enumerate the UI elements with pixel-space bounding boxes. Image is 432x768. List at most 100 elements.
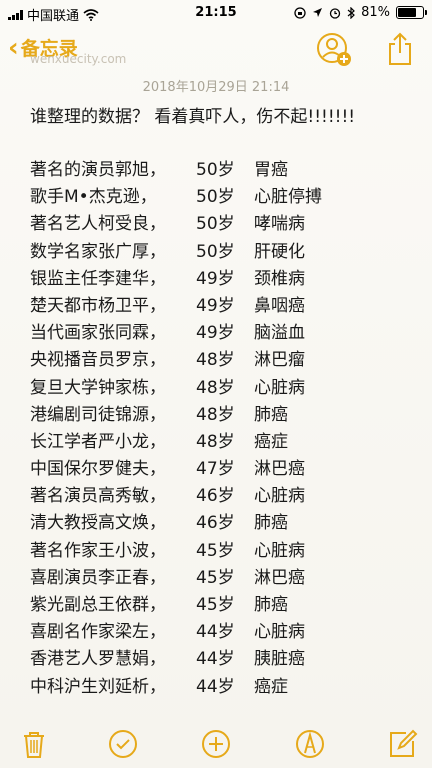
entry-name: 当代画家张同霖， bbox=[30, 323, 166, 344]
entry-name: 香港艺人罗慧娟， bbox=[30, 649, 166, 670]
battery-level bbox=[398, 8, 416, 17]
rotation-lock-icon bbox=[294, 6, 306, 19]
bottom-toolbar bbox=[0, 718, 432, 768]
entry-name: 银监主任李建华， bbox=[30, 268, 166, 289]
entry-name: 喜剧名作家梁左， bbox=[30, 622, 166, 643]
note-entry: 银监主任李建华， 49岁 颈椎病 bbox=[30, 266, 322, 293]
entry-age: 45岁 bbox=[196, 567, 235, 588]
entry-age: 47岁 bbox=[196, 459, 235, 480]
entry-age: 45岁 bbox=[196, 540, 235, 561]
note-entry: 中国保尔罗健夫， 47岁 淋巴癌 bbox=[30, 456, 322, 483]
entry-name: 紫光副总王依群， bbox=[30, 595, 166, 615]
chevron-left-icon: ‹ bbox=[8, 32, 19, 63]
entry-age: 45岁 bbox=[196, 595, 235, 615]
entry-name: 港编剧司徒锦源， bbox=[30, 404, 166, 425]
entry-name: 长江学者严小龙， bbox=[30, 431, 166, 452]
entry-name: 清大教授高文焕， bbox=[30, 513, 166, 534]
entry-age: 46岁 bbox=[196, 513, 235, 534]
note-entry: 香港艺人罗慧娟， 44岁 胰脏癌 bbox=[30, 646, 322, 673]
battery-percent: 81% bbox=[361, 5, 390, 20]
entry-age: 50岁 bbox=[196, 160, 235, 180]
entry-name: 著名作家王小波， bbox=[30, 540, 166, 561]
entry-name: 中国保尔罗健夫， bbox=[30, 459, 166, 480]
bluetooth-icon bbox=[347, 6, 355, 19]
entry-cause: 癌症 bbox=[254, 431, 288, 452]
note-entry: 著名演员高秀敏， 46岁 心脏病 bbox=[30, 483, 322, 510]
entry-age: 50岁 bbox=[196, 214, 235, 235]
entry-name: 歌手M•杰克逊， bbox=[30, 187, 157, 208]
entry-name: 数学名家张广厚， bbox=[30, 241, 166, 262]
note-entry: 著名作家王小波， 45岁 心脏病 bbox=[30, 538, 322, 565]
entry-age: 48岁 bbox=[196, 377, 235, 398]
note-entry: 著名艺人柯受良， 50岁 哮喘病 bbox=[30, 211, 322, 238]
entry-cause: 肝硬化 bbox=[254, 241, 305, 262]
entry-cause: 脑溢血 bbox=[254, 323, 305, 344]
note-entry: 长江学者严小龙， 48岁 癌症 bbox=[30, 429, 322, 456]
note-entry: 紫光副总王依群， 45岁 肺癌 bbox=[30, 592, 322, 619]
pen-markup-icon[interactable] bbox=[294, 728, 326, 760]
note-entry: 复旦大学钟家栋， 48岁 心脏病 bbox=[30, 375, 322, 402]
entry-name: 央视播音员罗京， bbox=[30, 350, 166, 371]
note-entry: 清大教授高文焕， 46岁 肺癌 bbox=[30, 510, 322, 537]
entry-age: 48岁 bbox=[196, 431, 235, 452]
checkmark-circle-icon[interactable] bbox=[107, 728, 139, 760]
note-entry: 数学名家张广厚， 50岁 肝硬化 bbox=[30, 239, 322, 266]
entry-age: 50岁 bbox=[196, 187, 235, 208]
entry-cause: 胰脏癌 bbox=[254, 649, 305, 670]
entry-age: 46岁 bbox=[196, 486, 235, 507]
battery-icon bbox=[396, 6, 427, 19]
note-entry: 楚天都市杨卫平， 49岁 鼻咽癌 bbox=[30, 293, 322, 320]
entry-name: 著名艺人柯受良， bbox=[30, 214, 166, 235]
entry-cause: 淋巴瘤 bbox=[254, 350, 305, 371]
entry-cause: 肺癌 bbox=[254, 404, 288, 425]
nav-bar: ‹ 备忘录 wenxuecity.com bbox=[0, 30, 432, 70]
note-entry: 著名的演员郭旭， 50岁 胃癌 bbox=[30, 157, 322, 184]
compose-icon[interactable] bbox=[386, 728, 418, 760]
entry-cause: 心脏停搏 bbox=[254, 187, 322, 208]
status-right: 81% bbox=[294, 5, 427, 20]
watermark: wenxuecity.com bbox=[30, 52, 127, 66]
entry-cause: 肺癌 bbox=[254, 595, 288, 615]
entry-name: 中科沪生刘延析， bbox=[30, 676, 166, 697]
entry-cause: 肺癌 bbox=[254, 513, 288, 534]
entry-age: 44岁 bbox=[196, 622, 235, 643]
trash-icon[interactable] bbox=[18, 728, 50, 760]
entry-cause: 淋巴癌 bbox=[254, 567, 305, 588]
entry-age: 44岁 bbox=[196, 649, 235, 670]
note-entry: 央视播音员罗京， 48岁 淋巴瘤 bbox=[30, 347, 322, 374]
note-entry: 中科沪生刘延析， 44岁 癌症 bbox=[30, 674, 322, 701]
note-entry: 港编剧司徒锦源， 48岁 肺癌 bbox=[30, 402, 322, 429]
note-date: 2018年10月29日 21:14 bbox=[142, 80, 290, 95]
entry-cause: 颈椎病 bbox=[254, 268, 305, 289]
note-entry: 喜剧名作家梁左， 44岁 心脏病 bbox=[30, 619, 322, 646]
plus-circle-icon[interactable] bbox=[200, 728, 232, 760]
entry-age: 48岁 bbox=[196, 404, 235, 425]
entry-cause: 心脏病 bbox=[254, 377, 305, 398]
note-headline: 谁整理的数据？ 看着真吓人，伤不起!!!!!!! bbox=[30, 107, 356, 127]
note-list: 著名的演员郭旭， 50岁 胃癌 歌手M•杰克逊， 50岁 心脏停搏 著名艺人柯受良， 50岁哮… bbox=[30, 157, 322, 701]
entry-name: 楚天都市杨卫平， bbox=[30, 295, 166, 316]
note-entry: 歌手M•杰克逊， 50岁 心脏停搏 bbox=[30, 184, 322, 211]
entry-cause: 胃癌 bbox=[254, 160, 288, 180]
share-icon[interactable] bbox=[386, 32, 414, 66]
location-icon bbox=[313, 8, 323, 17]
entry-age: 49岁 bbox=[196, 268, 235, 289]
add-person-icon[interactable] bbox=[316, 32, 352, 68]
entry-cause: 淋巴癌 bbox=[254, 459, 305, 480]
entry-cause: 鼻咽癌 bbox=[254, 295, 305, 316]
entry-age: 44岁 bbox=[196, 676, 235, 697]
note-entry: 喜剧演员李正春， 45岁 淋巴癌 bbox=[30, 565, 322, 592]
entry-cause: 心脏病 bbox=[254, 540, 305, 561]
entry-cause: 癌症 bbox=[254, 676, 288, 697]
entry-cause: 心脏病 bbox=[254, 486, 305, 507]
entry-age: 48岁 bbox=[196, 350, 235, 371]
entry-age: 50岁 bbox=[196, 241, 235, 262]
entry-name: 复旦大学钟家栋， bbox=[30, 377, 166, 398]
entry-age: 49岁 bbox=[196, 295, 235, 316]
status-bar: 中国联通 21:15 81% bbox=[0, 0, 432, 26]
note-entry: 当代画家张同霖， 49岁 脑溢血 bbox=[30, 320, 322, 347]
entry-name: 著名的演员郭旭， bbox=[30, 160, 166, 180]
entry-age: 49岁 bbox=[196, 323, 235, 344]
entry-cause: 心脏病 bbox=[254, 622, 305, 643]
entry-name: 著名演员高秀敏， bbox=[30, 486, 166, 507]
